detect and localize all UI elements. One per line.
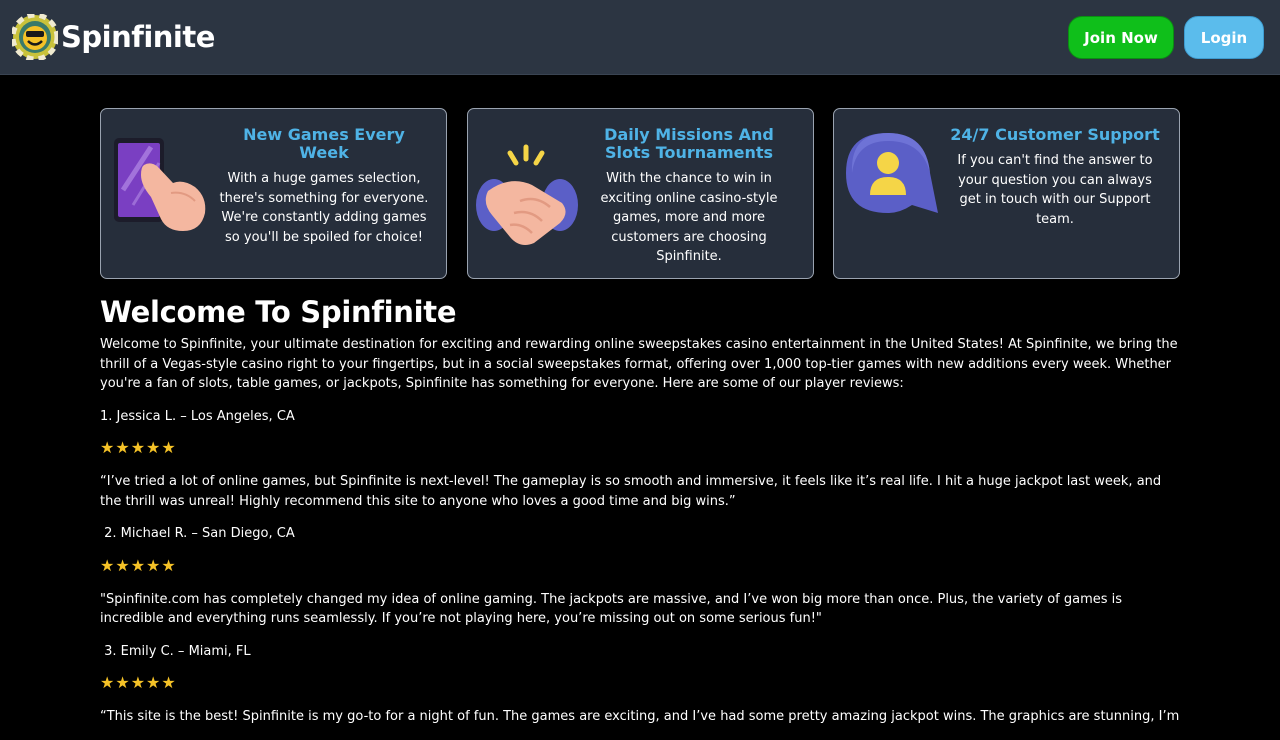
review-quote: “I’ve tried a lot of online games, but S…: [100, 474, 1162, 509]
feature-card-new-games: New Games Every Week With a huge games s…: [100, 108, 447, 279]
feature-title: Daily Missions And Slots Tournaments: [604, 125, 774, 162]
feature-card-missions: Daily Missions And Slots Tournaments Wit…: [467, 108, 814, 279]
brand-name: Spinfinite: [61, 20, 215, 54]
review-item: 2. Michael R. – San Diego, CA ★★★★★ "Spi…: [100, 524, 1185, 629]
star-rating-icon: ★★★★★: [100, 438, 177, 457]
review-item: 1. Jessica L. – Los Angeles, CA ★★★★★ “I…: [100, 407, 1185, 512]
feature-cards: New Games Every Week With a huge games s…: [100, 108, 1180, 279]
star-rating-icon: ★★★★★: [100, 555, 177, 575]
phone-tap-icon: [114, 138, 206, 231]
feature-description: If you can't find the answer to your que…: [957, 153, 1153, 227]
review-item: 3. Emily C. – Miami, FL ★★★★★ “This site…: [100, 642, 1185, 727]
intro-paragraph: Welcome to Spinfinite, your ultimate des…: [100, 337, 1178, 391]
logo-chip-icon: [12, 14, 58, 60]
page-title: Welcome To Spinfinite: [100, 295, 457, 329]
login-button[interactable]: Login: [1184, 16, 1264, 59]
feature-description: With a huge games selection, there's som…: [219, 171, 429, 245]
star-rating-icon: ★★★★★: [100, 673, 177, 692]
feature-description: With the chance to win in exciting onlin…: [600, 171, 778, 264]
reviewer-name: 3. Emily C. – Miami, FL: [100, 643, 251, 659]
feature-card-support: 24/7 Customer Support If you can't find …: [833, 108, 1180, 279]
join-now-button[interactable]: Join Now: [1068, 16, 1174, 59]
site-logo[interactable]: Spinfinite: [12, 14, 215, 60]
reviewer-name: 1. Jessica L. – Los Angeles, CA: [100, 408, 295, 424]
main-content: Welcome To Spinfinite Welcome to Spinfin…: [100, 294, 1185, 740]
review-quote: "Spinfinite.com has completely changed m…: [100, 591, 1123, 627]
reviewer-name: 2. Michael R. – San Diego, CA: [100, 526, 295, 541]
handshake-icon: [476, 144, 578, 245]
review-quote: “This site is the best! Spinfinite is my…: [100, 709, 1180, 724]
site-header: Spinfinite Join Now Login: [0, 0, 1280, 75]
feature-title: New Games Every Week: [243, 125, 405, 162]
feature-title: 24/7 Customer Support: [950, 125, 1160, 144]
support-chat-icon: [846, 133, 938, 213]
